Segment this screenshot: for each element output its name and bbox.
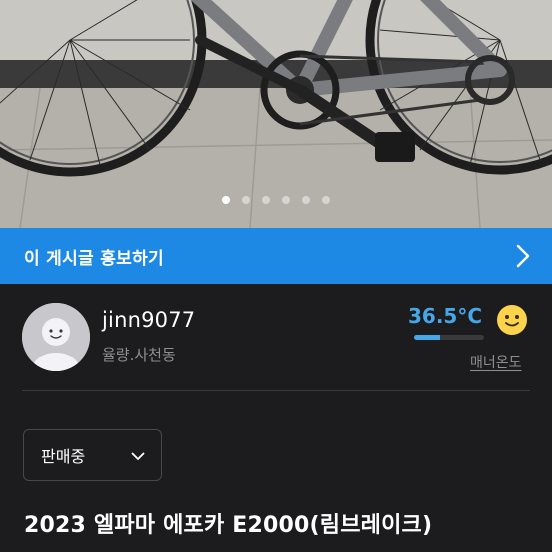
- manner-temperature-bar: [414, 335, 484, 340]
- manner-temperature-link[interactable]: 매너온도: [470, 352, 522, 372]
- bicycle-image: [0, 0, 552, 228]
- pagination-dot[interactable]: [222, 196, 230, 204]
- pagination-dot[interactable]: [262, 196, 270, 204]
- promote-post-label: 이 게시글 홍보하기: [24, 248, 164, 269]
- smiley-face-icon: [496, 304, 528, 336]
- manner-temperature-fill: [414, 335, 440, 340]
- chevron-down-icon: [131, 446, 145, 465]
- section-divider: [22, 390, 530, 391]
- chevron-right-icon: [516, 244, 530, 268]
- sale-status-value: 판매중: [41, 447, 86, 466]
- seller-profile[interactable]: jinn9077 율량.사천동 36.5°C 매너온도: [0, 284, 552, 390]
- pagination-dot[interactable]: [322, 196, 330, 204]
- promote-post-banner[interactable]: 이 게시글 홍보하기: [0, 228, 552, 284]
- default-avatar-icon[interactable]: [22, 303, 90, 371]
- manner-temperature: 36.5°C: [408, 304, 483, 328]
- sale-status-dropdown[interactable]: 판매중: [23, 429, 162, 481]
- pagination-dot[interactable]: [242, 196, 250, 204]
- seller-username[interactable]: jinn9077: [102, 308, 195, 332]
- seller-location: 율량.사천동: [102, 346, 176, 364]
- photo-pagination: [0, 196, 552, 204]
- pagination-dot[interactable]: [282, 196, 290, 204]
- product-photo[interactable]: [0, 0, 552, 228]
- listing-title: 2023 엘파마 에포카 E2000(림브레이크): [24, 513, 433, 538]
- pagination-dot[interactable]: [302, 196, 310, 204]
